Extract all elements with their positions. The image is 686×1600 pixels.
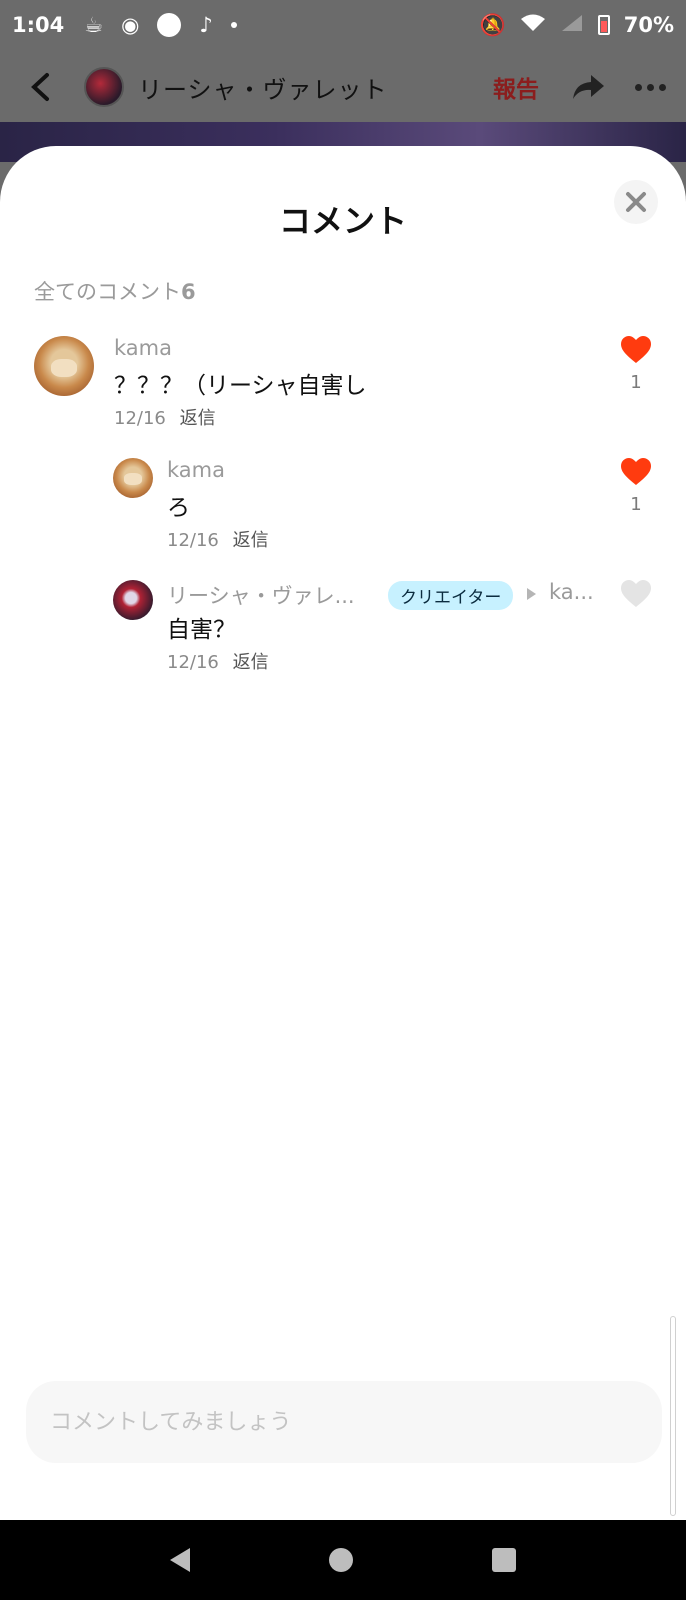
notification-icons: ☕ ◉ ♪: [84, 13, 237, 37]
heart-outline-icon: [621, 580, 651, 607]
scrollbar[interactable]: [670, 1316, 676, 1516]
comment-text: ろ: [167, 495, 190, 521]
coffee-icon: ☕: [84, 13, 104, 37]
wifi-icon: [520, 13, 546, 38]
reply-button[interactable]: 返信: [233, 530, 269, 551]
reply-button[interactable]: 返信: [180, 408, 216, 429]
nav-back-icon[interactable]: [169, 1548, 190, 1572]
comment-meta: 12/16 返信: [114, 404, 216, 430]
comment-date: 12/16: [167, 652, 219, 673]
more-notifications-icon: [230, 22, 237, 28]
comment-author[interactable]: kama: [114, 336, 172, 360]
avatar[interactable]: [113, 580, 153, 620]
character-avatar[interactable]: [84, 67, 124, 107]
back-arrow-icon[interactable]: [20, 67, 60, 107]
comment-sheet: コメント 全てのコメント6 kama ？？？（リーシャ自害し 12/16 返信 …: [0, 146, 686, 1520]
circle-icon: [157, 13, 182, 37]
nav-home-icon[interactable]: [328, 1548, 353, 1572]
comments-count-label: 全てのコメント: [34, 280, 181, 304]
heart-icon: [621, 336, 651, 363]
like-button[interactable]: [618, 580, 654, 612]
avatar[interactable]: [34, 336, 94, 396]
like-button[interactable]: 1: [618, 458, 654, 515]
battery-percent: 70%: [623, 13, 674, 37]
comments-count-number: 6: [181, 280, 196, 304]
report-button[interactable]: 報告: [493, 70, 539, 104]
comment-meta: 12/16 返信: [167, 526, 269, 552]
reply-to-user[interactable]: ka...: [549, 580, 594, 604]
share-icon[interactable]: [569, 68, 607, 106]
status-right: 🔕 70%: [480, 13, 674, 38]
close-button[interactable]: [614, 180, 658, 224]
like-count: 1: [630, 494, 642, 515]
creator-badge: クリエイター: [388, 581, 514, 610]
avatar[interactable]: [113, 458, 153, 498]
like-count: 1: [630, 372, 642, 393]
comment-input[interactable]: [50, 1409, 662, 1435]
signal-icon: [560, 13, 584, 38]
close-icon: [626, 192, 646, 212]
comment-meta: 12/16 返信: [167, 648, 269, 674]
mute-icon: 🔕: [479, 12, 506, 37]
comment-text: ？？？（リーシャ自害し: [114, 373, 367, 399]
music-note-icon: ♪: [199, 13, 213, 37]
sheet-title: コメント: [278, 202, 407, 240]
record-icon: ◉: [121, 13, 140, 37]
like-button[interactable]: 1: [618, 336, 654, 393]
character-name: リーシャ・ヴァレット: [138, 75, 388, 104]
nav-recents-icon[interactable]: [492, 1548, 517, 1572]
comment-date: 12/16: [114, 408, 166, 429]
battery-icon: [597, 15, 610, 35]
reply-to-arrow-icon: [527, 588, 536, 600]
more-options-icon[interactable]: [635, 83, 666, 91]
comment-text: 自害？: [167, 617, 236, 643]
status-bar: 1:04 ☕ ◉ ♪ 🔕 70%: [0, 0, 686, 50]
comment-author[interactable]: リーシャ・ヴァレ...: [167, 580, 355, 610]
app-bar: リーシャ・ヴァレット 報告: [0, 58, 686, 116]
status-time: 1:04: [12, 13, 65, 37]
comment-author[interactable]: kama: [167, 458, 225, 482]
comment-date: 12/16: [167, 530, 219, 551]
reply-button[interactable]: 返信: [233, 652, 269, 673]
heart-icon: [621, 458, 651, 485]
comments-count: 全てのコメント6: [34, 276, 196, 306]
comment-input-container[interactable]: [26, 1381, 662, 1463]
system-nav-bar: [0, 1520, 686, 1600]
